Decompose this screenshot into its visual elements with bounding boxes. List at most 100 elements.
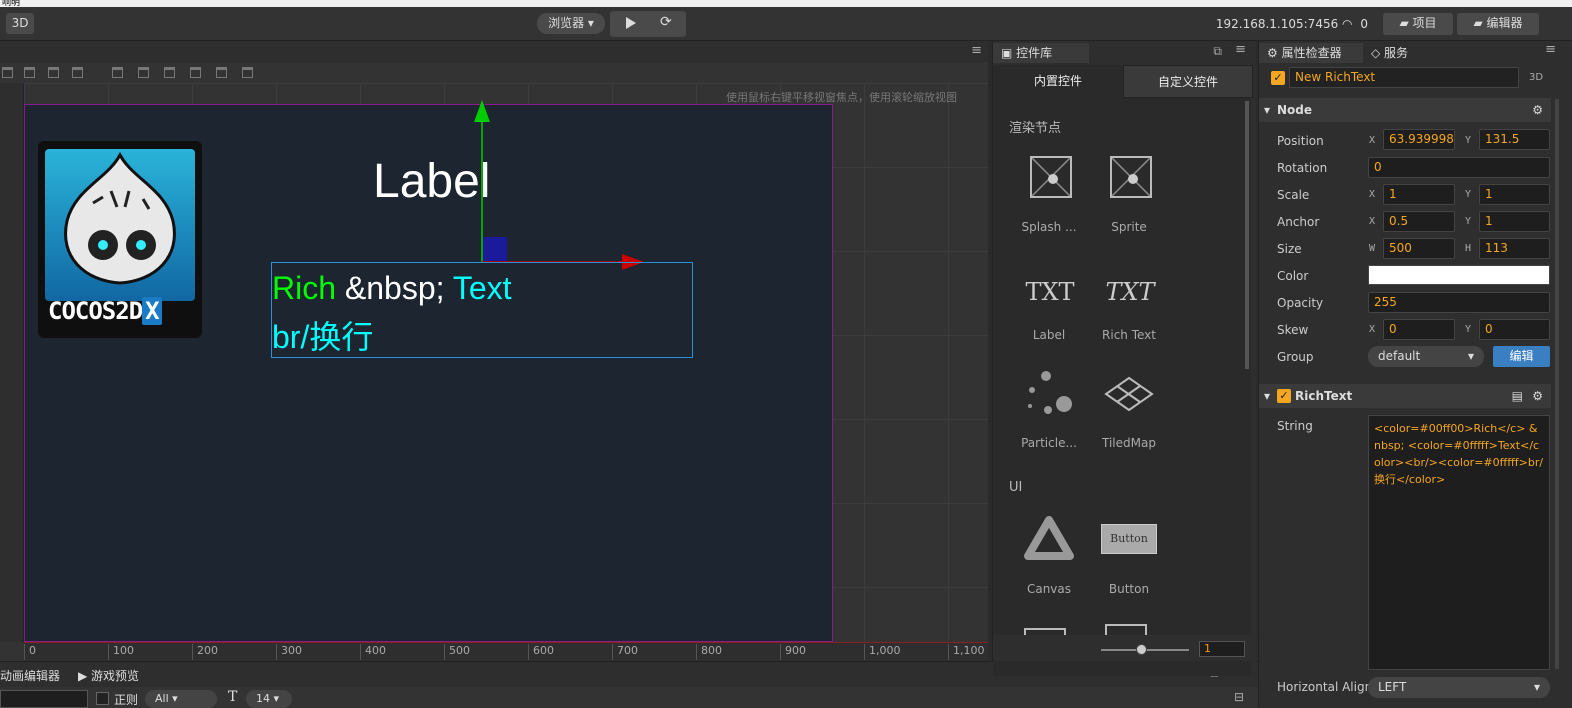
axis-w-label: W <box>1369 243 1376 254</box>
scale-y-input[interactable]: 1 <box>1479 184 1550 205</box>
halign-label: Horizontal Align <box>1277 680 1373 694</box>
skew-x-input[interactable]: 0 <box>1383 319 1455 340</box>
book-icon[interactable]: ▤ <box>1512 384 1523 408</box>
widget-label: Label <box>1032 328 1066 342</box>
rotation-label: Rotation <box>1277 161 1328 175</box>
tab-service[interactable]: ◇ 服务 <box>1367 43 1447 63</box>
ruler-tick: 700 <box>612 644 638 660</box>
rotation-input[interactable]: 0 <box>1368 157 1550 178</box>
ruler-tick: 300 <box>276 644 302 660</box>
menu-icon[interactable]: ≡ <box>1545 42 1556 57</box>
cocos-logo[interactable]: COCOS2D X <box>38 141 202 338</box>
tiledmap-glyph-icon <box>1104 376 1154 412</box>
align-tool-icon[interactable] <box>24 67 35 78</box>
menu-icon[interactable]: ≡ <box>971 43 982 58</box>
gear-icon[interactable]: ⚙ <box>1532 384 1543 408</box>
axis-x-label: X <box>1369 216 1376 227</box>
3d-badge[interactable]: 3D <box>1529 72 1543 83</box>
ruler-tick: 600 <box>528 644 554 660</box>
distribute-tool-icon[interactable] <box>138 67 149 78</box>
node-active-checkbox[interactable]: ✓ <box>1271 71 1285 85</box>
size-w-input[interactable]: 500 <box>1383 238 1455 259</box>
tab-builtin-widgets[interactable]: 内置控件 <box>993 65 1123 98</box>
tab-inspector[interactable]: ⚙ 属性检查器 <box>1259 43 1363 63</box>
distribute-tool-icon[interactable] <box>242 67 253 78</box>
log-level-select[interactable]: All ▾ <box>145 690 217 708</box>
xy-plane-handle[interactable] <box>483 237 507 261</box>
preview-platform-select[interactable]: 浏览器 ▾ <box>537 13 605 34</box>
halign-select[interactable]: LEFT ▾ <box>1368 677 1550 698</box>
distribute-tool-icon[interactable] <box>112 67 123 78</box>
open-project-button[interactable]: ▰ 项目 <box>1383 13 1453 35</box>
size-h-input[interactable]: 113 <box>1479 238 1550 259</box>
group-edit-button[interactable]: 编辑 <box>1493 346 1550 367</box>
align-toolbar <box>0 63 988 83</box>
skew-label: Skew <box>1277 323 1309 337</box>
zoom-input[interactable]: 1 <box>1199 641 1245 657</box>
color-picker[interactable] <box>1368 265 1550 285</box>
horizontal-ruler: 0 100 200 300 400 500 600 700 800 900 1,… <box>24 642 988 661</box>
device-count: 0 <box>1360 17 1368 31</box>
menu-icon[interactable]: ≡ <box>1235 42 1246 57</box>
tab-widget-library[interactable]: ▣ 控件库 <box>993 43 1089 63</box>
popout-icon[interactable]: ⧉ <box>1213 44 1222 59</box>
library-scrollbar[interactable] <box>1245 101 1249 369</box>
inspector-scrollbar[interactable] <box>1555 99 1559 669</box>
distribute-tool-icon[interactable] <box>190 67 201 78</box>
log-level-value: All <box>155 692 169 705</box>
text-word: Text <box>452 270 512 306</box>
play-icon[interactable] <box>626 17 636 29</box>
position-y-input[interactable]: 131.5 <box>1479 129 1550 150</box>
font-size-select[interactable]: 14 ▾ <box>246 690 292 708</box>
button-glyph: Button <box>1101 524 1157 554</box>
position-x-input[interactable]: 63.939998 <box>1383 129 1455 150</box>
anchor-y-input[interactable]: 1 <box>1479 211 1550 232</box>
distribute-tool-icon[interactable] <box>164 67 175 78</box>
align-tool-icon[interactable] <box>72 67 83 78</box>
tab-custom-widgets[interactable]: 自定义控件 <box>1123 65 1253 98</box>
zoom-slider-handle[interactable] <box>1136 644 1147 655</box>
string-textarea[interactable]: <color=#00ff00>Rich</c> &nbsp; <color=#0… <box>1368 415 1550 670</box>
camera-icon: ▶ <box>78 669 92 683</box>
cube-icon: ▣ <box>1001 46 1017 60</box>
editor-label: 编辑器 <box>1486 16 1523 30</box>
tab-inspector-label: 属性检查器 <box>1281 46 1342 60</box>
folder-icon: ▰ <box>1399 16 1413 30</box>
align-tool-icon[interactable] <box>2 67 13 78</box>
widget-library-panel: ▣ 控件库 ⧉ ≡ 内置控件 自定义控件 渲染节点 Splash ... Spr… <box>992 41 1257 676</box>
tab-widget-library-label: 控件库 <box>1016 46 1053 60</box>
particle-icon <box>1024 368 1074 418</box>
sprite-icon <box>1104 152 1154 202</box>
gear-icon: ⚙ <box>1267 46 1282 60</box>
tab-service-label: 服务 <box>1384 46 1409 60</box>
distribute-tool-icon[interactable] <box>216 67 227 78</box>
refresh-icon[interactable]: ⟳ <box>660 14 672 30</box>
regex-checkbox[interactable] <box>96 692 109 705</box>
gear-icon[interactable]: ⚙ <box>1532 98 1543 122</box>
ruler-tick: 1,000 <box>864 644 901 660</box>
ruler-tick: 800 <box>696 644 722 660</box>
tab-game-preview[interactable]: ▶ 游戏预览 <box>78 667 139 684</box>
y-arrow-icon[interactable] <box>474 100 490 122</box>
widget-label: TiledMap <box>1102 436 1156 450</box>
group-select[interactable]: default ▾ <box>1368 346 1484 367</box>
node-name-input[interactable]: New RichText <box>1289 67 1519 88</box>
opacity-input[interactable]: 255 <box>1368 292 1550 313</box>
mode-3d-button[interactable]: 3D <box>6 13 34 34</box>
widget-label: Particle... <box>1021 436 1077 450</box>
node-section-header[interactable]: ▾ Node ⚙ <box>1259 98 1551 122</box>
richtext-section-title: RichText <box>1295 389 1353 403</box>
scale-x-input[interactable]: 1 <box>1383 184 1455 205</box>
richtext-enabled-checkbox[interactable]: ✓ <box>1277 389 1291 403</box>
console-search-input[interactable] <box>0 690 88 708</box>
anchor-x-input[interactable]: 0.5 <box>1383 211 1455 232</box>
ruler-tick: 1,100 <box>948 644 985 660</box>
align-tool-icon[interactable] <box>48 67 59 78</box>
collapse-icon[interactable]: ⊟ <box>1234 690 1244 704</box>
richtext-section-header[interactable]: ▾ ✓ RichText ▤ ⚙ <box>1259 384 1551 408</box>
tab-animation-editor[interactable]: 动画编辑器 <box>0 667 60 684</box>
widget-list: 渲染节点 Splash ... Sprite TXT Label TXT Ric… <box>993 98 1251 676</box>
open-editor-button[interactable]: ▰ 编辑器 <box>1457 13 1539 35</box>
move-gizmo[interactable] <box>470 98 650 270</box>
skew-y-input[interactable]: 0 <box>1479 319 1550 340</box>
